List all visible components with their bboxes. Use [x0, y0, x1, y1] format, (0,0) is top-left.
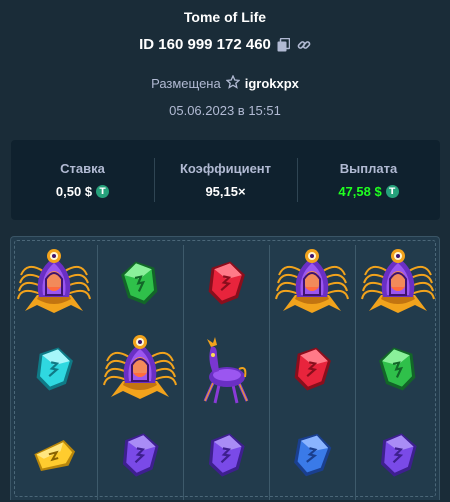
purple-gem-symbol	[355, 411, 441, 497]
purple-gem-symbol	[97, 411, 183, 497]
slot-reels	[10, 236, 440, 500]
bet-id: ID 160 999 172 460	[139, 36, 271, 53]
stat-bet-value-row: 0,50 $ T	[55, 184, 110, 199]
stat-payout-value: 47,58 $	[338, 184, 382, 199]
spider-symbol	[183, 325, 269, 411]
green-gem-symbol	[355, 325, 441, 411]
stat-bet-value: 0,50 $	[55, 184, 93, 199]
purple-gem-symbol	[11, 325, 97, 411]
game-title: Tome of Life	[183, 9, 267, 25]
green-gem-symbol	[97, 239, 183, 325]
bet-id-row: ID 160 999 172 460	[0, 36, 450, 53]
priestess-symbol	[11, 239, 97, 325]
bet-stats-panel: Ставка 0,50 $ T Коэффициент 95,15× Выпла…	[11, 140, 440, 220]
priestess-symbol	[355, 239, 441, 325]
stat-multiplier: Коэффициент 95,15×	[154, 140, 297, 220]
stat-bet: Ставка 0,50 $ T	[11, 140, 154, 220]
username-link[interactable]: igrokxpx	[245, 76, 299, 91]
link-icon[interactable]	[297, 38, 311, 52]
copy-icon[interactable]	[277, 37, 291, 52]
stat-multiplier-label: Коэффициент	[179, 161, 272, 176]
purple-gem-symbol	[183, 411, 269, 497]
star-icon	[225, 74, 241, 92]
red-gem-symbol	[269, 325, 355, 411]
yellow-gem-symbol	[11, 411, 97, 497]
placed-by-row: Размещена igrokxpx	[0, 74, 450, 92]
tether-icon: T	[385, 185, 399, 198]
blue-gem-symbol	[269, 411, 355, 497]
placed-label: Размещена	[151, 76, 221, 91]
stat-payout: Выплата 47,58 $ T	[297, 140, 440, 220]
priestess-symbol	[269, 239, 355, 325]
stat-bet-label: Ставка	[60, 161, 105, 176]
priestess-symbol	[97, 325, 183, 411]
stat-payout-label: Выплата	[339, 161, 398, 176]
red-gem-symbol	[183, 239, 269, 325]
tether-icon: T	[96, 185, 110, 198]
stat-multiplier-value: 95,15×	[205, 184, 246, 199]
bet-date: 05.06.2023 в 15:51	[169, 103, 281, 118]
stat-payout-value-row: 47,58 $ T	[338, 184, 399, 199]
